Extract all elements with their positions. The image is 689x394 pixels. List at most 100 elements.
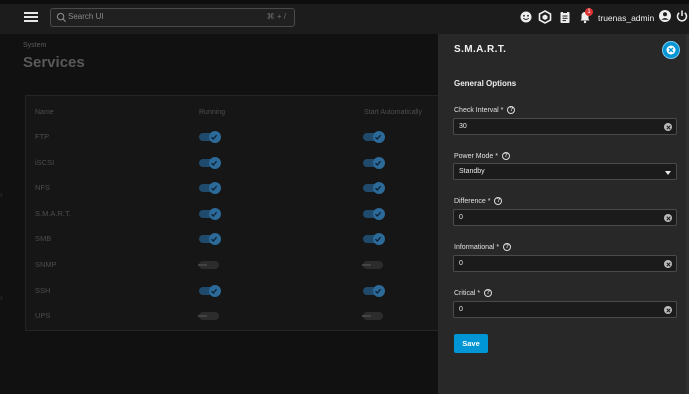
start-automatically-toggle[interactable]: [363, 207, 385, 220]
field-label: Power Mode *: [454, 152, 498, 160]
running-toggle[interactable]: [198, 312, 219, 321]
critical-label: Critical *?: [454, 289, 493, 297]
check-icon: [375, 288, 382, 294]
chevron-right-icon: ›: [0, 190, 3, 199]
check-icon: [211, 134, 218, 140]
running-toggle[interactable]: [199, 284, 221, 297]
check-icon: [375, 237, 382, 243]
start-automatically-toggle[interactable]: [363, 131, 385, 143]
tasks-icon[interactable]: [558, 10, 572, 24]
top-bar: Search UI ⌘ + / 1 truenas_admin: [0, 0, 689, 34]
power-icon[interactable]: [675, 9, 689, 23]
informational-label: Informational *?: [454, 243, 512, 251]
menu-icon[interactable]: [24, 12, 38, 22]
column-header-name: Name: [35, 109, 54, 116]
check-icon: [211, 160, 218, 166]
start-automatically-toggle[interactable]: [363, 182, 385, 195]
power-mode-select[interactable]: Standby: [453, 163, 677, 180]
service-name: iSCSI: [35, 157, 55, 167]
service-name: SSH: [35, 285, 51, 295]
help-icon[interactable]: ?: [494, 197, 503, 205]
table-row: S.M.A.R.T.: [25, 201, 445, 227]
column-header-running: Running: [199, 109, 226, 116]
table-row: iSCSI: [25, 150, 445, 176]
search-placeholder: Search UI: [68, 12, 104, 21]
check-icon: [375, 185, 382, 192]
running-toggle[interactable]: [199, 182, 221, 195]
running-toggle[interactable]: [199, 207, 221, 220]
table-row: FTP: [25, 124, 445, 150]
check-icon: [211, 288, 218, 294]
start-automatically-toggle[interactable]: [362, 312, 383, 321]
difference-input[interactable]: 0: [453, 209, 677, 226]
breadcrumb[interactable]: System: [23, 42, 46, 49]
table-row: SNMP: [25, 252, 445, 278]
critical-input[interactable]: 0: [453, 301, 677, 318]
dropdown-caret-icon: [665, 171, 671, 175]
help-icon[interactable]: ?: [484, 289, 493, 297]
check-icon: [211, 237, 218, 243]
field-label: Critical *: [454, 289, 481, 297]
clear-icon[interactable]: [664, 123, 672, 131]
search-input[interactable]: Search UI ⌘ + /: [50, 8, 295, 27]
start-automatically-toggle[interactable]: [363, 156, 385, 169]
service-name: NFS: [35, 183, 50, 193]
check-icon: [375, 160, 382, 166]
field-label: Informational *: [454, 243, 500, 251]
help-icon[interactable]: ?: [507, 106, 516, 114]
running-toggle[interactable]: [199, 156, 221, 169]
check-interval-input[interactable]: 30: [453, 118, 677, 135]
field-value: 0: [459, 306, 463, 313]
service-name: FTP: [35, 132, 50, 141]
service-name: S.M.A.R.T.: [35, 208, 71, 218]
running-toggle[interactable]: [198, 261, 219, 269]
truecommand-icon[interactable]: [538, 10, 552, 24]
field-value: 0: [459, 214, 463, 221]
running-toggle[interactable]: [199, 233, 221, 246]
save-button[interactable]: Save: [454, 334, 488, 353]
clear-icon[interactable]: [664, 306, 672, 314]
service-name: UPS: [35, 311, 51, 321]
smart-settings-panel: S.M.A.R.T. General Options Check Interva…: [438, 34, 689, 394]
start-automatically-toggle[interactable]: [362, 261, 383, 269]
help-icon[interactable]: ?: [501, 152, 510, 160]
search-shortcut: ⌘ + /: [266, 12, 286, 21]
table-row: SSH: [25, 278, 445, 304]
account-icon[interactable]: [658, 9, 672, 23]
section-title: General Options: [454, 79, 517, 88]
close-button[interactable]: [662, 41, 680, 59]
notification-badge: 1: [585, 8, 593, 16]
check-interval-label: Check Interval *?: [454, 106, 516, 114]
close-icon: [666, 45, 676, 55]
check-icon: [211, 185, 218, 192]
field-value: Standby: [459, 168, 485, 175]
clear-icon[interactable]: [664, 260, 672, 268]
help-icon[interactable]: ?: [503, 243, 512, 251]
running-toggle[interactable]: [199, 131, 221, 143]
service-name: SNMP: [35, 260, 57, 269]
start-automatically-toggle[interactable]: [363, 233, 385, 246]
column-header-start-automatically: Start Automatically: [364, 109, 422, 116]
check-icon: [375, 211, 382, 217]
table-row: SMB: [25, 226, 445, 252]
service-name: SMB: [35, 234, 52, 244]
start-automatically-toggle[interactable]: [363, 284, 385, 297]
check-icon: [375, 134, 382, 140]
table-row: NFS: [25, 175, 445, 201]
page-title: Services: [23, 54, 85, 71]
power-mode-label: Power Mode *?: [454, 152, 510, 160]
username-label[interactable]: truenas_admin: [598, 13, 654, 23]
table-row: UPS: [25, 303, 445, 329]
field-label: Check Interval *: [454, 106, 504, 114]
chevron-right-icon: ›: [0, 293, 3, 302]
feedback-icon[interactable]: [519, 10, 533, 24]
check-icon: [211, 211, 218, 217]
clear-icon[interactable]: [664, 214, 672, 222]
informational-input[interactable]: 0: [453, 255, 677, 272]
difference-label: Difference *?: [454, 197, 503, 205]
search-icon: [56, 12, 67, 23]
field-label: Difference *: [454, 197, 491, 205]
field-value: 30: [459, 123, 467, 130]
panel-title: S.M.A.R.T.: [454, 44, 507, 55]
field-value: 0: [459, 260, 463, 267]
